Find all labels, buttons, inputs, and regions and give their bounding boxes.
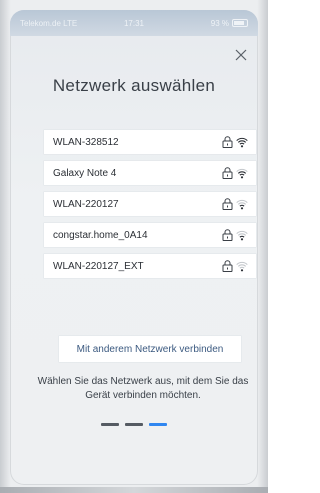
network-list: WLAN-328512 Galaxy Note 4 WLAN-220127 congs… xyxy=(44,130,256,285)
status-bar: Telekom.de LTE 17:31 93 % xyxy=(10,10,258,36)
lock-icon xyxy=(222,167,233,179)
network-list-item[interactable]: WLAN-220127 xyxy=(44,192,256,216)
network-list-item[interactable]: WLAN-220127_EXT xyxy=(44,254,256,278)
network-status-icons xyxy=(222,136,248,148)
page-indicator-dot xyxy=(149,423,167,426)
wifi-signal-icon xyxy=(236,168,248,178)
instruction-text: Wählen Sie das Netzwerk aus, mit dem Sie… xyxy=(37,376,249,401)
time-label: 17:31 xyxy=(123,18,145,28)
network-name: WLAN-328512 xyxy=(53,136,119,148)
page-title: Netzwerk auswählen xyxy=(52,76,216,95)
phone-frame: Telekom.de LTE 17:31 93 % Netzwerk auswä… xyxy=(0,0,268,493)
battery-label: 93 % xyxy=(210,18,229,28)
screen: Telekom.de LTE 17:31 93 % Netzwerk auswä… xyxy=(10,10,258,485)
connect-other-network-button[interactable]: Mit anderem Netzwerk verbinden xyxy=(59,336,241,362)
lock-icon xyxy=(222,136,233,148)
network-list-item[interactable]: WLAN-328512 xyxy=(44,130,256,154)
network-name: Galaxy Note 4 xyxy=(53,167,117,179)
carrier-label: Telekom.de LTE xyxy=(20,18,78,28)
lock-icon xyxy=(222,260,233,272)
page-indicator-dot xyxy=(101,423,119,426)
network-list-item[interactable]: Galaxy Note 4 xyxy=(44,161,256,185)
page-indicator-dot xyxy=(125,423,143,426)
network-status-icons xyxy=(222,229,248,241)
battery-icon xyxy=(232,19,248,27)
wifi-signal-icon xyxy=(236,137,248,147)
lock-icon xyxy=(222,198,233,210)
network-name: WLAN-220127 xyxy=(53,198,119,210)
network-name: WLAN-220127_EXT xyxy=(53,260,144,272)
wifi-signal-icon xyxy=(236,230,248,240)
wifi-signal-icon xyxy=(236,199,248,209)
battery-status: 93 % xyxy=(172,19,248,28)
network-status-icons xyxy=(222,198,248,210)
lock-icon xyxy=(222,229,233,241)
network-status-icons xyxy=(222,167,248,179)
wifi-signal-icon xyxy=(236,261,248,271)
network-status-icons xyxy=(222,260,248,272)
close-button[interactable] xyxy=(232,46,250,64)
page-indicator xyxy=(10,423,258,426)
home-indicator xyxy=(0,487,268,493)
network-list-item[interactable]: congstar.home_0A14 xyxy=(44,223,256,247)
close-icon xyxy=(235,49,247,61)
network-name: congstar.home_0A14 xyxy=(53,229,148,241)
